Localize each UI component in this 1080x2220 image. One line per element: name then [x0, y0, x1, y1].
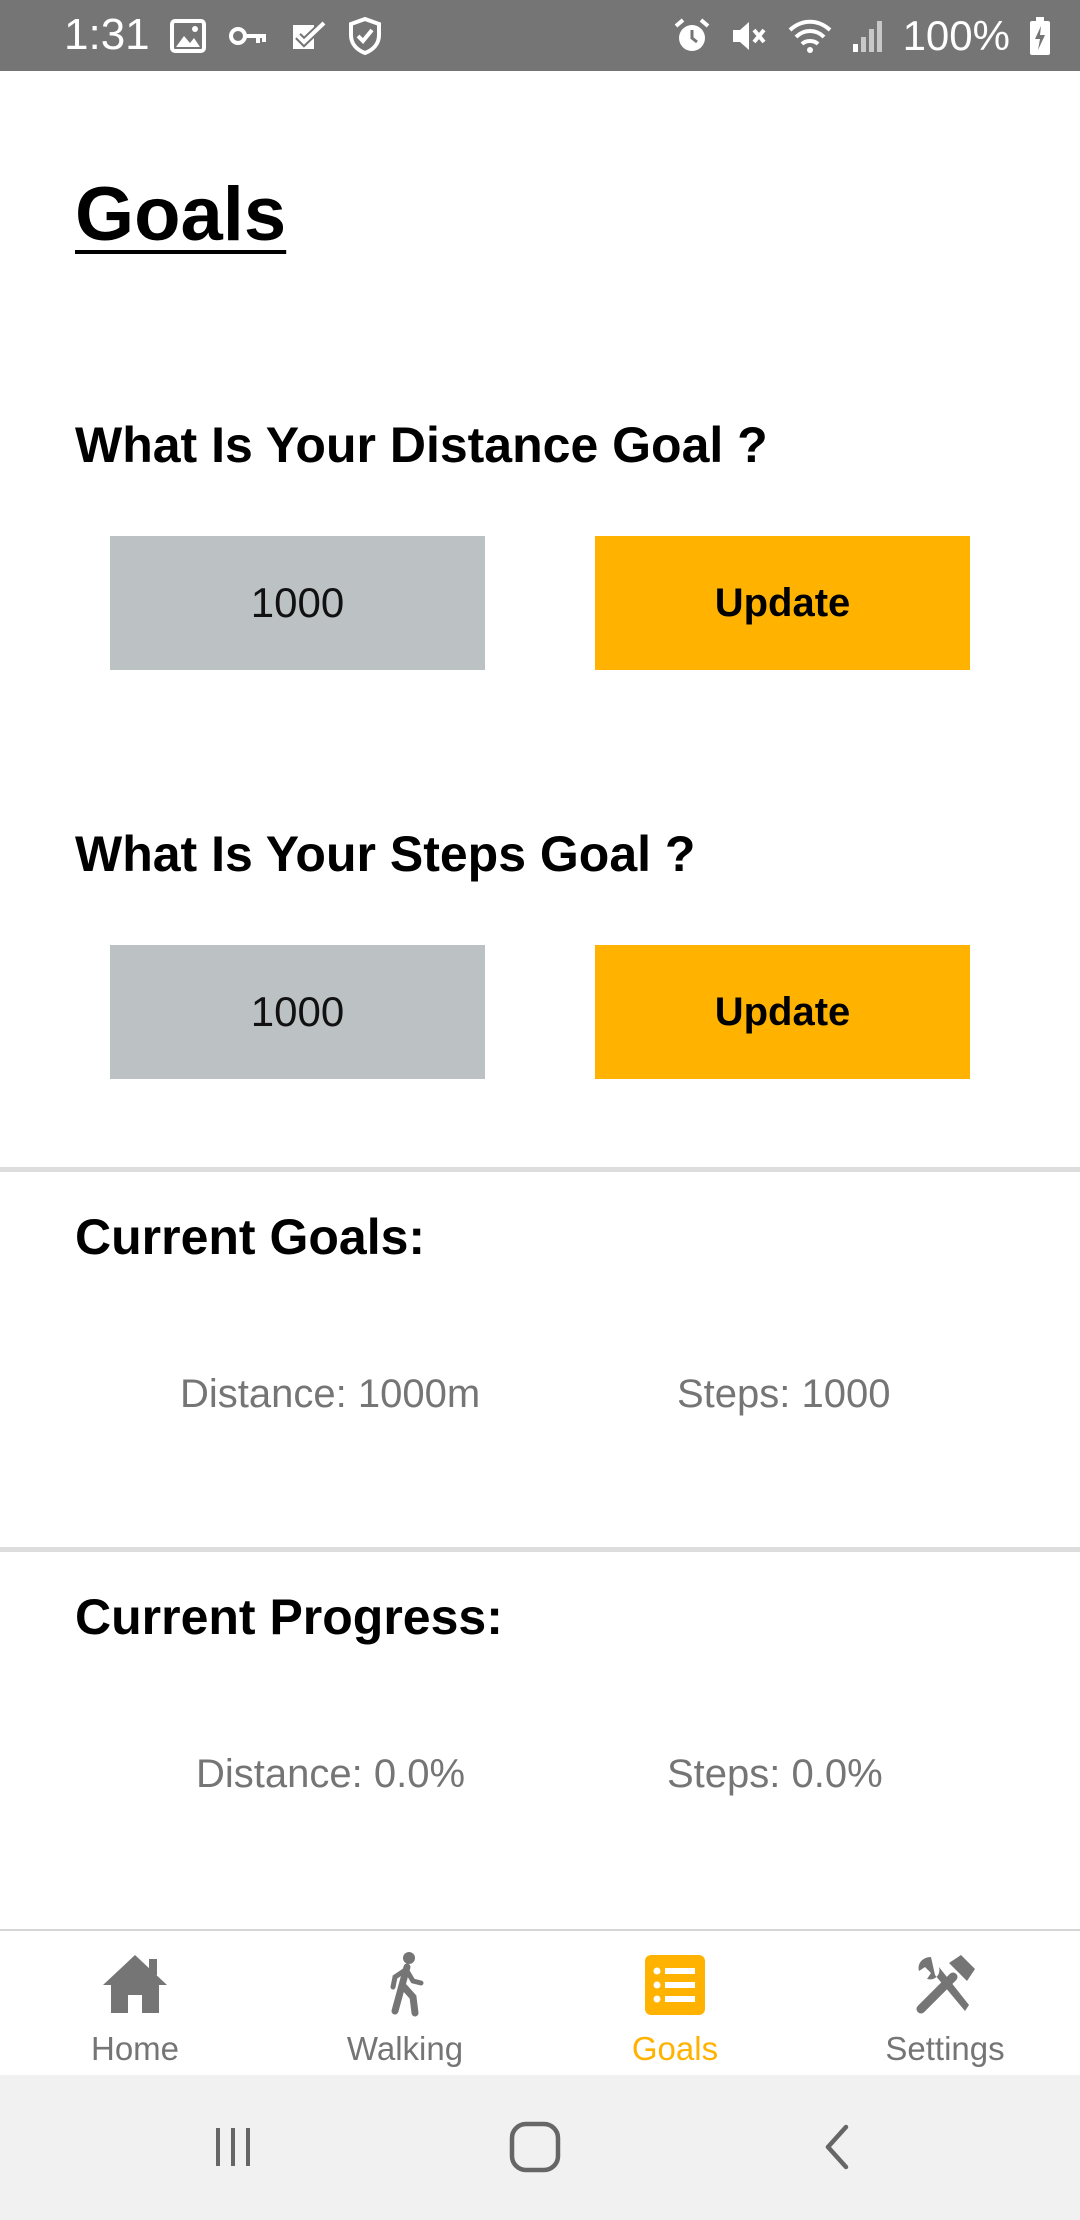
home-circle-icon	[509, 2121, 561, 2173]
current-goals-title: Current Goals:	[75, 1209, 426, 1265]
nav-label-settings: Settings	[885, 2030, 1005, 2067]
current-progress-title: Current Progress:	[75, 1589, 503, 1645]
home-system-button[interactable]	[495, 2107, 575, 2187]
gallery-icon	[170, 19, 206, 53]
status-time: 1:31	[64, 10, 150, 59]
system-navigation-bar	[0, 2075, 1080, 2220]
nav-item-settings[interactable]: Settings	[810, 1931, 1080, 2075]
recent-apps-button[interactable]	[193, 2107, 273, 2187]
current-goal-distance: Distance: 1000m	[180, 1372, 481, 1416]
section-divider	[0, 1547, 1080, 1552]
progress-distance: Distance: 0.0%	[196, 1752, 466, 1796]
tools-icon	[916, 1955, 975, 2014]
distance-goal-input[interactable]	[110, 536, 485, 670]
shield-check-icon	[349, 16, 381, 56]
mute-icon	[732, 22, 766, 50]
home-icon	[103, 1955, 167, 2013]
current-goal-steps: Steps: 1000	[677, 1372, 891, 1416]
nav-label-goals: Goals	[631, 2030, 719, 2067]
status-bar: 1:31 100%	[0, 0, 1080, 71]
nav-label-walking: Walking	[346, 2030, 464, 2067]
page-title: Goals	[75, 172, 287, 257]
status-notification-icons	[170, 16, 382, 56]
recent-apps-icon	[216, 2128, 250, 2166]
nav-item-goals[interactable]: Goals	[540, 1931, 810, 2075]
list-icon	[645, 1955, 705, 2015]
nav-item-home[interactable]: Home	[0, 1931, 270, 2075]
task-check-icon	[293, 20, 326, 49]
key-icon	[229, 27, 266, 45]
status-system-icons: 100%	[673, 10, 1052, 62]
back-button[interactable]	[798, 2107, 878, 2187]
battery-charging-icon	[1030, 17, 1050, 55]
nav-item-walking[interactable]: Walking	[270, 1931, 540, 2075]
steps-goal-input[interactable]	[110, 945, 485, 1079]
walking-icon	[390, 1952, 424, 2017]
battery-percent: 100%	[902, 12, 1010, 59]
section-divider	[0, 1167, 1080, 1172]
steps-goal-question: What Is Your Steps Goal ?	[75, 826, 696, 882]
progress-steps: Steps: 0.0%	[667, 1752, 883, 1796]
bottom-navigation: Home Walking Goals Settings	[0, 1929, 1080, 2075]
nav-label-home: Home	[90, 2030, 180, 2067]
update-steps-button[interactable]: Update	[595, 945, 970, 1079]
distance-goal-question: What Is Your Distance Goal ?	[75, 417, 768, 473]
back-icon	[825, 2124, 849, 2170]
signal-icon	[852, 21, 882, 52]
alarm-icon	[674, 18, 709, 51]
wifi-icon	[788, 19, 831, 53]
update-distance-button[interactable]: Update	[595, 536, 970, 670]
